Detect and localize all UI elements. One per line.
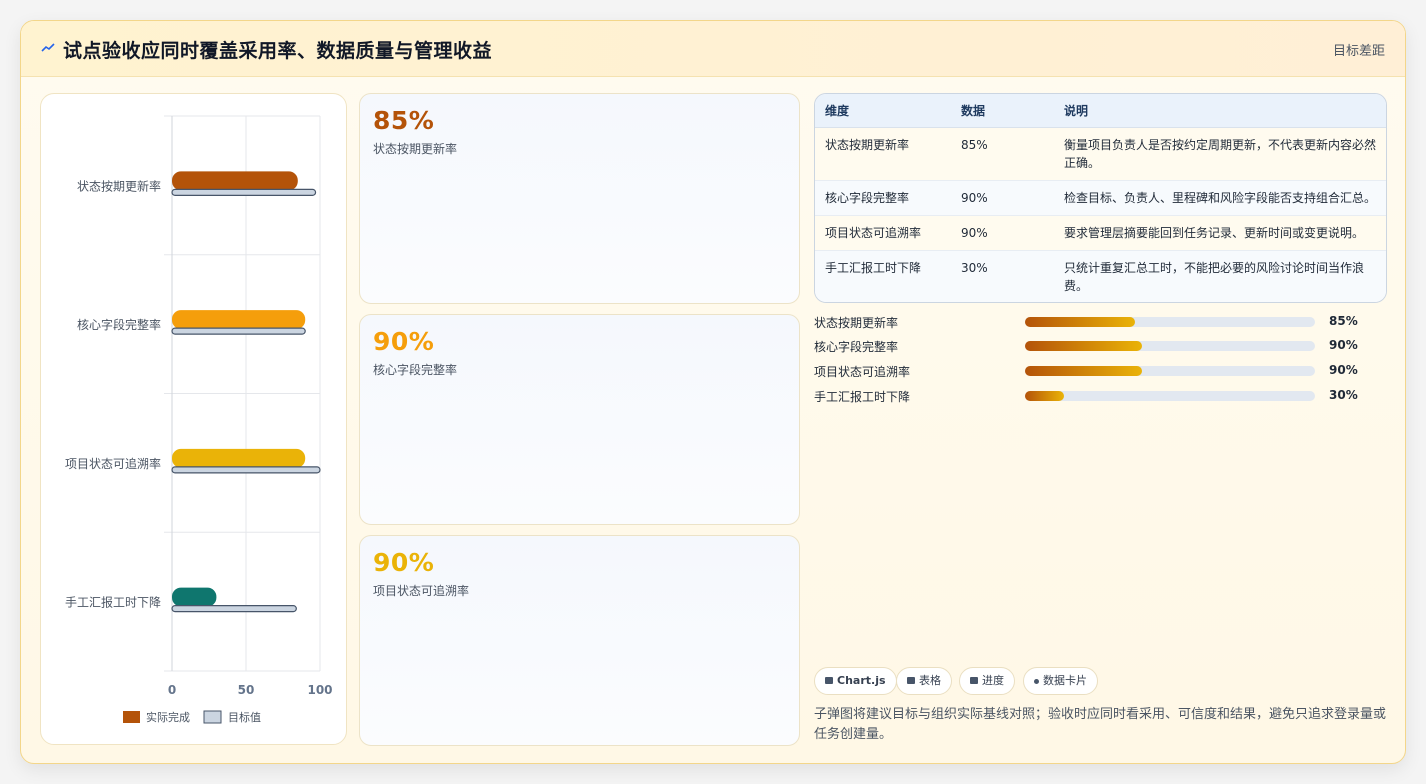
table-header-row: 维度 数据 说明	[815, 94, 1386, 128]
progress-value: 85%	[1329, 314, 1358, 328]
table-row: 核心字段完整率 90% 检查目标、负责人、里程碑和风险字段能否支持组合汇总。	[815, 180, 1386, 216]
target-bar	[171, 188, 317, 196]
chip-data-card[interactable]: 数据卡片	[1023, 667, 1098, 695]
table-cell: 项目状态可追溯率	[815, 215, 951, 251]
legend-label-actual: 实际完成	[146, 710, 190, 724]
kpi-label: 核心字段完整率	[373, 363, 458, 377]
panel-header: 试点验收应同时覆盖采用率、数据质量与管理收益 目标差距	[21, 21, 1405, 77]
table-cell: 90%	[951, 215, 1054, 251]
progress-label: 状态按期更新率	[814, 316, 899, 330]
category-label: 核心字段完整率	[77, 317, 161, 332]
kpi-value: 90%	[373, 327, 435, 356]
actual-bar	[172, 171, 298, 191]
progress-row: 项目状态可追溯率 90%	[814, 362, 1387, 380]
table-icon	[907, 677, 915, 684]
kpi-label: 状态按期更新率	[373, 142, 458, 156]
progress-track	[1025, 366, 1315, 376]
table-cell: 30%	[951, 250, 1054, 302]
legend-swatch-target	[203, 710, 222, 724]
progress-fill	[1025, 341, 1143, 351]
legend-swatch-actual	[123, 711, 140, 723]
x-tick-label: 100	[307, 683, 332, 697]
kpi-card: 85% 状态按期更新率	[359, 93, 800, 304]
footnote: 子弹图将建议目标与组织实际基线对照；验收时应同时看采用、可信度和结果，避免只追求…	[814, 707, 1387, 742]
actual-bar	[172, 448, 306, 468]
progress-track	[1025, 341, 1315, 351]
progress-icon	[970, 677, 978, 684]
chip-table[interactable]: 表格	[896, 667, 952, 695]
legend-label-target: 目标值	[228, 710, 261, 724]
column-header: 说明	[1054, 94, 1386, 128]
category-label: 手工汇报工时下降	[65, 595, 161, 610]
bullet-chart-card: 状态按期更新率 核心字段完整率项目状态可追溯率 手工汇报工时下降 0 50 100 实际完成…	[40, 93, 347, 745]
trend-icon	[41, 43, 55, 52]
progress-label: 手工汇报工时下降	[814, 390, 911, 404]
progress-row: 核心字段完整率 90%	[814, 337, 1387, 355]
progress-row: 手工汇报工时下降 30%	[814, 387, 1387, 405]
progress-row: 状态按期更新率 85%	[814, 313, 1387, 331]
table-row: 项目状态可追溯率 90% 要求管理层摘要能回到任务记录、更新时间或变更说明。	[815, 215, 1386, 251]
progress-value: 90%	[1329, 363, 1358, 377]
chart-icon	[825, 677, 833, 684]
progress-track	[1025, 317, 1315, 327]
table-cell: 衡量项目负责人是否按约定周期更新，不代表更新内容必然正确。	[1054, 127, 1386, 181]
category-label: 状态按期更新率	[77, 178, 161, 193]
kpi-card: 90% 核心字段完整率	[359, 314, 800, 525]
target-bar	[171, 605, 297, 613]
kpi-value: 90%	[373, 548, 435, 577]
progress-fill	[1025, 317, 1136, 327]
progress-label: 核心字段完整率	[814, 340, 899, 354]
kpi-value: 85%	[373, 106, 435, 135]
table-cell: 90%	[951, 180, 1054, 216]
actual-bar	[172, 587, 217, 607]
chip-chartjs[interactable]: Chart.js	[814, 667, 897, 695]
main-panel: 试点验收应同时覆盖采用率、数据质量与管理收益 目标差距 状态按期更新率 核心字段完…	[20, 20, 1406, 764]
progress-value: 30%	[1329, 388, 1358, 402]
table-cell: 只统计重复汇总工时，不能把必要的风险讨论时间当作浪费。	[1054, 250, 1386, 302]
bullet-chart: 状态按期更新率核心字段完整率项目状态可追溯率手工汇报工时下降 0 50 100 实际完成…	[65, 115, 333, 724]
sparkle-icon	[1034, 679, 1039, 684]
page-title: 试点验收应同时覆盖采用率、数据质量与管理收益	[63, 40, 493, 62]
table-cell: 要求管理层摘要能回到任务记录、更新时间或变更说明。	[1054, 215, 1386, 251]
actual-bar	[172, 310, 306, 330]
table-cell: 手工汇报工时下降	[815, 250, 951, 302]
target-bar	[171, 466, 321, 474]
kpi-label: 项目状态可追溯率	[373, 584, 470, 598]
table-row: 手工汇报工时下降 30% 只统计重复汇总工时，不能把必要的风险讨论时间当作浪费。	[815, 250, 1386, 302]
target-gap-link[interactable]: 目标差距	[1333, 40, 1385, 59]
column-header: 数据	[951, 94, 1054, 128]
table-cell: 85%	[951, 127, 1054, 181]
progress-label: 项目状态可追溯率	[814, 365, 911, 379]
metrics-table: 维度 数据 说明 状态按期更新率 85% 衡量项目负责人是否按约定周期更新，不代…	[814, 93, 1387, 303]
table-row: 状态按期更新率 85% 衡量项目负责人是否按约定周期更新，不代表更新内容必然正确…	[815, 127, 1386, 181]
x-tick-label: 50	[238, 683, 255, 697]
category-label: 项目状态可追溯率	[65, 456, 161, 471]
target-bar	[171, 327, 306, 335]
table-cell: 核心字段完整率	[815, 180, 951, 216]
chip-progress[interactable]: 进度	[959, 667, 1015, 695]
x-tick-label: 0	[168, 683, 176, 697]
kpi-card: 90% 项目状态可追溯率	[359, 535, 800, 746]
progress-fill	[1025, 391, 1065, 401]
column-header: 维度	[815, 94, 951, 128]
progress-value: 90%	[1329, 338, 1358, 352]
progress-track	[1025, 391, 1315, 401]
progress-fill	[1025, 366, 1143, 376]
table-cell: 检查目标、负责人、里程碑和风险字段能否支持组合汇总。	[1054, 180, 1386, 216]
table-cell: 状态按期更新率	[815, 127, 951, 181]
